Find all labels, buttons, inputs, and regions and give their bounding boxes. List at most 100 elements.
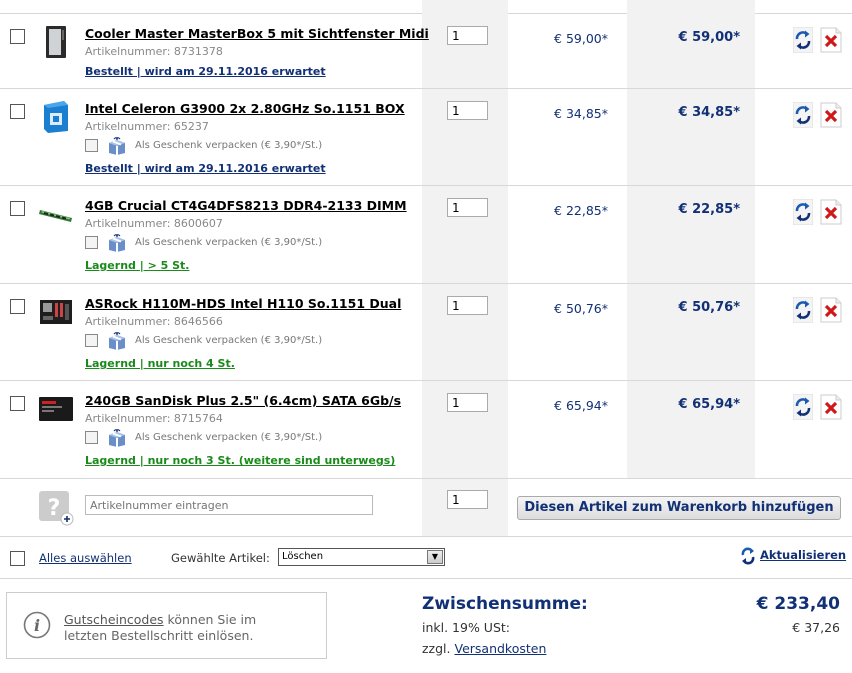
select-all-checkbox[interactable] bbox=[10, 551, 25, 566]
selection-bar: Alles auswählen Gewählte Artikel: Lösche… bbox=[0, 537, 852, 579]
quantity-input[interactable] bbox=[447, 101, 488, 120]
bulk-action-value: Löschen bbox=[282, 551, 324, 562]
item-select-checkbox[interactable] bbox=[10, 29, 25, 44]
gift-box-icon bbox=[109, 332, 125, 350]
gift-wrap-checkbox[interactable] bbox=[85, 139, 98, 152]
gift-wrap-option: Als Geschenk verpacken (€ 3,90*/St.) bbox=[85, 428, 415, 448]
gift-wrap-label: Als Geschenk verpacken (€ 3,90*/St.) bbox=[135, 140, 323, 151]
chevron-down-icon[interactable]: ▼ bbox=[427, 550, 443, 564]
unit-price: € 22,85* bbox=[554, 203, 608, 218]
article-number: Artikelnummer: 8600607 bbox=[85, 217, 223, 230]
item-select-checkbox[interactable] bbox=[10, 201, 25, 216]
delete-icon[interactable] bbox=[820, 27, 842, 53]
unit-price: € 65,94* bbox=[554, 398, 608, 413]
refresh-icon[interactable] bbox=[792, 393, 814, 421]
item-select-checkbox[interactable] bbox=[10, 299, 25, 314]
cart-item-row: 240GB SanDisk Plus 2.5" (6.4cm) SATA 6Gb… bbox=[0, 381, 852, 479]
gift-wrap-option: Als Geschenk verpacken (€ 3,90*/St.) bbox=[85, 233, 415, 253]
gift-box-icon bbox=[109, 429, 125, 447]
product-name-link[interactable]: Cooler Master MasterBox 5 mit Sichtfenst… bbox=[85, 26, 429, 41]
question-add-icon: ? bbox=[39, 491, 74, 526]
quantity-input[interactable] bbox=[447, 198, 488, 217]
stock-status-link[interactable]: Lagernd | > 5 St. bbox=[85, 259, 189, 272]
cpu-box-thumbnail bbox=[44, 101, 68, 133]
delete-icon[interactable] bbox=[820, 297, 842, 323]
line-total: € 65,94* bbox=[678, 397, 741, 412]
gift-box-icon bbox=[109, 137, 125, 155]
gift-box-icon bbox=[109, 234, 125, 252]
voucher-info-box: i Gutscheincodes können Sie im letzten B… bbox=[6, 592, 327, 659]
line-total: € 59,00* bbox=[678, 30, 741, 45]
voucher-codes-link[interactable]: Gutscheincodes bbox=[64, 612, 164, 627]
product-name-link[interactable]: ASRock H110M-HDS Intel H110 So.1151 Dual bbox=[85, 296, 401, 311]
ram-module-thumbnail bbox=[39, 210, 72, 222]
refresh-icon[interactable] bbox=[740, 546, 756, 566]
gift-wrap-label: Als Geschenk verpacken (€ 3,90*/St.) bbox=[135, 335, 323, 346]
tax-label: inkl. 19% USt: bbox=[422, 620, 511, 635]
product-name-link[interactable]: Intel Celeron G3900 2x 2.80GHz So.1151 B… bbox=[85, 101, 405, 116]
item-select-checkbox[interactable] bbox=[10, 104, 25, 119]
unit-price: € 59,00* bbox=[554, 31, 608, 46]
qty-column-bg bbox=[422, 0, 508, 14]
shipping-line: zzgl. Versandkosten bbox=[422, 641, 546, 656]
total-column-bg bbox=[627, 14, 755, 88]
bulk-action-select[interactable]: Löschen ▼ bbox=[278, 548, 445, 566]
select-all-link[interactable]: Alles auswählen bbox=[39, 551, 132, 565]
product-name-link[interactable]: 240GB SanDisk Plus 2.5" (6.4cm) SATA 6Gb… bbox=[85, 393, 401, 408]
article-number: Artikelnummer: 8646566 bbox=[85, 315, 223, 328]
shipping-costs-link[interactable]: Versandkosten bbox=[454, 641, 546, 656]
stock-status-link[interactable]: Lagernd | nur noch 4 St. bbox=[85, 357, 235, 370]
article-number: Artikelnummer: 8715764 bbox=[85, 412, 223, 425]
quantity-input[interactable] bbox=[447, 393, 488, 412]
add-to-cart-button[interactable]: Diesen Artikel zum Warenkorb hinzufügen bbox=[517, 496, 841, 520]
total-column-bg bbox=[627, 89, 755, 185]
total-column-bg bbox=[627, 186, 755, 283]
unit-price: € 50,76* bbox=[554, 301, 608, 316]
shipping-prefix: zzgl. bbox=[422, 641, 455, 656]
article-number-input[interactable] bbox=[85, 495, 373, 515]
pc-case-thumbnail bbox=[46, 26, 66, 58]
selected-items-label: Gewählte Artikel: bbox=[171, 551, 270, 565]
gift-wrap-option: Als Geschenk verpacken (€ 3,90*/St.) bbox=[85, 136, 415, 156]
voucher-text-rest: können Sie im bbox=[163, 612, 257, 627]
voucher-text-line2: letzten Bestellschritt einlösen. bbox=[64, 628, 254, 643]
article-number: Artikelnummer: 8731378 bbox=[85, 45, 223, 58]
unit-price: € 34,85* bbox=[554, 106, 608, 121]
gift-wrap-label: Als Geschenk verpacken (€ 3,90*/St.) bbox=[135, 432, 323, 443]
article-number: Artikelnummer: 65237 bbox=[85, 120, 209, 133]
svg-text:i: i bbox=[34, 616, 40, 635]
add-quantity-input[interactable] bbox=[447, 490, 488, 509]
refresh-icon[interactable] bbox=[792, 26, 814, 54]
stock-status-link[interactable]: Lagernd | nur noch 3 St. (weitere sind u… bbox=[85, 454, 395, 467]
ssd-thumbnail bbox=[39, 397, 73, 421]
quantity-input[interactable] bbox=[447, 296, 488, 315]
item-select-checkbox[interactable] bbox=[10, 396, 25, 411]
stock-status-link[interactable]: Bestellt | wird am 29.11.2016 erwartet bbox=[85, 65, 326, 78]
gift-wrap-checkbox[interactable] bbox=[85, 431, 98, 444]
info-icon: i bbox=[23, 611, 51, 639]
delete-icon[interactable] bbox=[820, 102, 842, 128]
subtotal-value: € 233,40 bbox=[756, 594, 840, 614]
update-link[interactable]: Aktualisieren bbox=[760, 548, 846, 562]
line-total: € 50,76* bbox=[678, 300, 741, 315]
tax-value: € 37,26 bbox=[792, 620, 840, 635]
subtotal-label: Zwischensumme: bbox=[422, 594, 588, 614]
quantity-input[interactable] bbox=[447, 26, 488, 45]
add-article-row: ? Diesen Artikel zum Warenkorb hinzufüge… bbox=[0, 479, 852, 537]
gift-wrap-label: Als Geschenk verpacken (€ 3,90*/St.) bbox=[135, 237, 323, 248]
gift-wrap-checkbox[interactable] bbox=[85, 236, 98, 249]
refresh-icon[interactable] bbox=[792, 101, 814, 129]
stock-status-link[interactable]: Bestellt | wird am 29.11.2016 erwartet bbox=[85, 162, 326, 175]
delete-icon[interactable] bbox=[820, 394, 842, 420]
total-column-bg bbox=[627, 284, 755, 380]
gift-wrap-option: Als Geschenk verpacken (€ 3,90*/St.) bbox=[85, 331, 415, 351]
refresh-icon[interactable] bbox=[792, 296, 814, 324]
gift-wrap-checkbox[interactable] bbox=[85, 334, 98, 347]
cart-item-row: Intel Celeron G3900 2x 2.80GHz So.1151 B… bbox=[0, 89, 852, 186]
refresh-icon[interactable] bbox=[792, 198, 814, 226]
delete-icon[interactable] bbox=[820, 199, 842, 225]
total-column-bg bbox=[627, 0, 755, 14]
mainboard-thumbnail bbox=[40, 300, 72, 324]
svg-text:?: ? bbox=[48, 496, 61, 521]
product-name-link[interactable]: 4GB Crucial CT4G4DFS8213 DDR4-2133 DIMM bbox=[85, 198, 407, 213]
